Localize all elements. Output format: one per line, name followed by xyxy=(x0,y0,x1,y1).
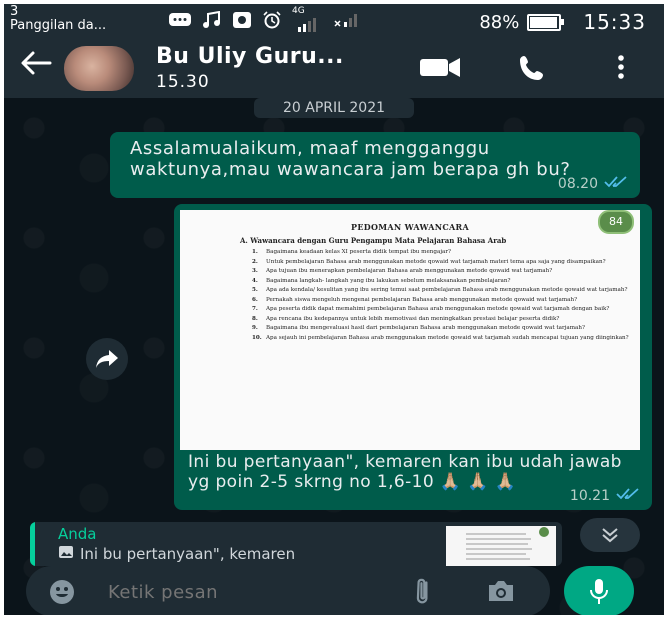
message-composer[interactable] xyxy=(26,566,550,615)
doc-question-number: 5. xyxy=(252,287,258,293)
outgoing-message[interactable]: Assalamualaikum, maaf mengganggu waktuny… xyxy=(110,132,640,198)
doc-subtitle: A. Wawancara dengan Guru Pengampu Mata P… xyxy=(240,236,507,245)
signal-icon: 4G xyxy=(292,6,322,34)
chat-header: Bu Uliy Guru... 15.30 xyxy=(4,38,664,98)
reply-accent-bar xyxy=(30,522,35,566)
doc-question-item: 8. Apa rencana ibu kedepannya untuk lebih… xyxy=(252,315,632,325)
phone-icon[interactable] xyxy=(518,54,548,86)
mic-icon xyxy=(589,578,609,610)
gallery-icon xyxy=(232,11,252,34)
reply-thumbnail xyxy=(446,526,556,566)
battery-icon xyxy=(527,13,565,31)
voice-record-button[interactable] xyxy=(564,566,634,615)
double-check-icon xyxy=(604,176,628,192)
document-image[interactable]: PEDOMAN WAWANCARA A. Wawancara dengan Gu… xyxy=(180,210,640,450)
doc-question-item: 5. Apa ada kendala/ kesulitan yang ibu se… xyxy=(252,286,632,296)
notification-text: Panggilan da... xyxy=(10,18,107,33)
message-time: 10.21 xyxy=(569,488,610,504)
doc-question-number: 1. xyxy=(252,249,258,255)
doc-question-item: 7. Apa peserta didik dapat memahimi pembe… xyxy=(252,305,632,315)
doc-question-item: 3. Apa tujuan ibu menerapkan pembelajaran… xyxy=(252,267,632,277)
chevrons-down-icon xyxy=(600,525,620,549)
date-divider: 20 APRIL 2021 xyxy=(254,98,414,118)
battery-fill xyxy=(530,16,557,28)
doc-question-number: 10. xyxy=(252,334,262,341)
doc-question-number: 8. xyxy=(252,315,258,322)
doc-question-item: 9. Bagaimana ibu mengevaluasi hasil dari … xyxy=(252,324,632,334)
status-icons: 4G xyxy=(168,6,358,34)
doc-question-item: 2. Untuk pembelajaran Bahasa arab menggun… xyxy=(252,258,632,268)
message-input[interactable] xyxy=(106,578,370,606)
last-seen: 15.30 xyxy=(156,72,210,92)
message-meta: 10.21 xyxy=(570,488,640,504)
status-right: 88% 15:33 xyxy=(479,10,646,34)
network-type: 4G xyxy=(292,6,305,16)
clock: 15:33 xyxy=(583,10,646,34)
message-time: 08.20 xyxy=(557,176,598,192)
double-check-icon xyxy=(616,488,640,504)
doc-question-text: Bagaimana keadaan kelas XI peserta didik… xyxy=(266,249,452,255)
doc-question-list: 1. Bagaimana keadaan kelas XI peserta did… xyxy=(252,248,632,343)
doc-question-text: Pernakah siswa mengeluh mengenai pembela… xyxy=(266,296,578,303)
doc-question-text: Apa tujuan ibu menerapkan pembelajaran B… xyxy=(266,268,553,274)
doc-question-text: Apa peserta didik dapat memahimi pembela… xyxy=(266,306,610,312)
emoji-icon[interactable] xyxy=(48,578,76,610)
doc-question-text: Apa sejauh ini pembelajaran Bahasa arab … xyxy=(266,334,629,341)
outgoing-image-message[interactable]: PEDOMAN WAWANCARA A. Wawancara dengan Gu… xyxy=(174,204,652,510)
image-caption: Ini bu pertanyaan", kemaren kan ibu udah… xyxy=(188,452,622,492)
doc-question-text: Bagaimana langkah- langkah yang ibu laku… xyxy=(266,277,511,284)
reply-preview[interactable]: Anda Ini bu pertanyaan", kemaren xyxy=(30,522,562,566)
doc-question-item: 6. Pernakah siswa mengeluh mengenai pembe… xyxy=(252,296,632,306)
page-count-badge: 84 xyxy=(598,210,634,234)
camera-icon[interactable] xyxy=(486,578,516,608)
doc-question-number: 2. xyxy=(252,258,258,265)
video-call-icon[interactable] xyxy=(418,56,462,82)
notification-count: 3 xyxy=(10,4,19,19)
doc-question-item: 10. Apa sejauh ini pembelajaran Bahasa ar… xyxy=(252,334,632,344)
doc-question-text: Bagaimana ibu mengevaluasi hasil dari pe… xyxy=(266,325,585,331)
message-text: Assalamualaikum, maaf mengganggu waktuny… xyxy=(130,138,571,180)
doc-question-text: Apa ada kendala/ kesulitan yang ibu seri… xyxy=(266,287,628,293)
doc-title: PEDOMAN WAWANCARA xyxy=(351,222,469,232)
avatar[interactable] xyxy=(64,46,134,91)
doc-question-number: 7. xyxy=(252,306,258,312)
reply-sender: Anda xyxy=(58,525,97,543)
battery-percent: 88% xyxy=(479,11,520,33)
doc-question-text: Apa rencana ibu kedepannya untuk lebih m… xyxy=(266,315,560,322)
reply-text-row: Ini bu pertanyaan", kemaren xyxy=(58,545,295,563)
doc-question-number: 9. xyxy=(252,325,258,331)
forward-icon xyxy=(95,349,119,373)
chat-area[interactable]: 20 APRIL 2021 Assalamualaikum, maaf meng… xyxy=(4,98,664,615)
doc-question-item: 1. Bagaimana keadaan kelas XI peserta did… xyxy=(252,248,632,258)
phone-screen: 3 Panggilan da... 4G 88% 15:33 Bu Uliy G… xyxy=(4,4,664,615)
reply-text: Ini bu pertanyaan", kemaren xyxy=(80,545,296,563)
music-icon xyxy=(202,10,222,34)
image-icon xyxy=(58,545,74,563)
signal-x-icon xyxy=(332,11,358,34)
attach-icon[interactable] xyxy=(410,576,440,610)
scroll-down-button[interactable] xyxy=(580,518,640,552)
doc-question-number: 6. xyxy=(252,296,258,303)
status-bar: 3 Panggilan da... 4G 88% 15:33 xyxy=(4,4,664,38)
message-icon xyxy=(168,11,192,34)
doc-question-text: Untuk pembelajaran Bahasa arab menggunak… xyxy=(266,258,606,265)
doc-question-number: 3. xyxy=(252,268,258,274)
doc-question-number: 4. xyxy=(252,277,258,284)
alarm-icon xyxy=(262,11,282,34)
message-meta: 08.20 xyxy=(558,176,628,192)
contact-name[interactable]: Bu Uliy Guru... xyxy=(156,44,344,69)
back-arrow-icon[interactable] xyxy=(20,50,52,83)
more-vert-icon[interactable] xyxy=(616,54,626,84)
doc-question-item: 4. Bagaimana langkah- langkah yang ibu la… xyxy=(252,277,632,287)
status-left: 3 Panggilan da... xyxy=(10,5,106,33)
forward-button[interactable] xyxy=(86,338,128,380)
